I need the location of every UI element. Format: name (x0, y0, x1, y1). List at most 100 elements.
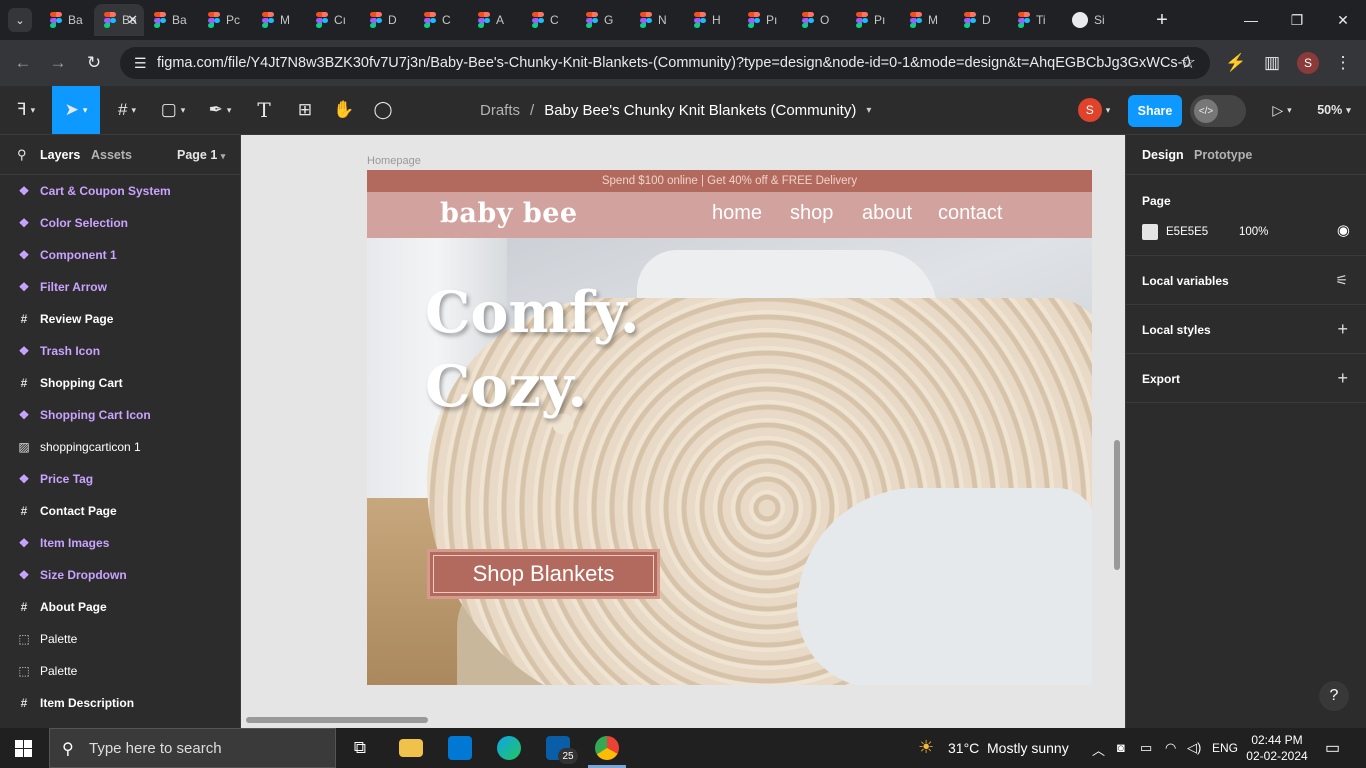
shape-tool[interactable]: ▢ ▾ (152, 86, 194, 134)
browser-tab[interactable]: Pc (198, 4, 252, 36)
canvas[interactable]: Homepage Spend $100 online | Get 40% off… (241, 135, 1125, 728)
weather-desc[interactable]: Mostly sunny (987, 740, 1069, 756)
pen-tool[interactable]: ✒ ▾ (198, 86, 242, 134)
browser-tab[interactable]: D (954, 4, 1008, 36)
text-tool[interactable]: T (248, 86, 280, 134)
layer-row[interactable]: ❖ Item Images (0, 527, 240, 559)
close-window-button[interactable]: ✕ (1320, 0, 1366, 40)
battery-icon[interactable]: ▭ (1140, 740, 1152, 756)
mail-icon[interactable]: 25 (546, 736, 578, 764)
tab-search-button[interactable]: ⌄ (8, 8, 32, 32)
homepage-frame[interactable]: Spend $100 online | Get 40% off & FREE D… (367, 170, 1092, 685)
browser-tab[interactable]: Ba (40, 4, 94, 36)
search-icon[interactable]: ⚲ (17, 147, 27, 163)
tab-prototype[interactable]: Prototype (1194, 148, 1252, 162)
layer-row[interactable]: ⬚ Palette (0, 623, 240, 655)
layer-row[interactable]: ❖ Color Selection (0, 207, 240, 239)
main-menu-button[interactable]: ꟻ ▾ (4, 86, 48, 134)
start-button[interactable] (15, 740, 32, 757)
weather-sun-icon[interactable]: ☀ (918, 737, 934, 758)
add-style-plus-icon[interactable]: + (1337, 319, 1348, 340)
layer-row[interactable]: ❖ Price Tag (0, 463, 240, 495)
meet-icon[interactable]: ◙ (1117, 740, 1125, 755)
page-color-swatch[interactable] (1142, 224, 1158, 240)
tab-layers[interactable]: Layers (40, 148, 80, 162)
minimize-button[interactable]: — (1228, 0, 1274, 40)
file-name[interactable]: Baby Bee's Chunky Knit Blankets (Communi… (544, 102, 856, 119)
layer-row[interactable]: # About Page (0, 591, 240, 623)
layer-row[interactable]: ❖ Filter Arrow (0, 271, 240, 303)
browser-tab[interactable]: Ba (144, 4, 198, 36)
profile-avatar[interactable]: S (1297, 52, 1319, 74)
browser-tab[interactable]: D (360, 4, 414, 36)
layer-row[interactable]: ❖ Size Dropdown (0, 559, 240, 591)
language-indicator[interactable]: ENG (1212, 741, 1238, 755)
url-text[interactable]: figma.com/file/Y4Jt7N8w3BZK30fv7U7j3n/Ba… (157, 55, 1191, 71)
layer-row[interactable]: ❖ Trash Icon (0, 335, 240, 367)
layer-row[interactable]: # Contact Page (0, 495, 240, 527)
page-selector[interactable]: Page 1 ▾ (177, 148, 225, 162)
reload-button[interactable]: ↻ (81, 50, 107, 76)
dev-mode-toggle[interactable]: </> (1190, 95, 1246, 127)
browser-tab[interactable]: G (576, 4, 630, 36)
browser-tab[interactable]: C (414, 4, 468, 36)
move-tool[interactable]: ➤ ▾ (52, 86, 100, 134)
forward-button[interactable]: → (45, 50, 71, 76)
multiplayer-avatar-button[interactable]: S ▾ (1070, 86, 1118, 134)
help-button[interactable]: ? (1319, 681, 1349, 711)
layer-row[interactable]: # Review Page (0, 303, 240, 335)
side-panel-icon[interactable]: ▥ (1259, 50, 1285, 76)
site-info-icon[interactable]: ☰ (134, 55, 147, 72)
hand-tool[interactable]: ✋ (328, 86, 360, 134)
layer-row[interactable]: ❖ Component 1 (0, 239, 240, 271)
browser-tab[interactable]: Ti (1008, 4, 1062, 36)
wifi-icon[interactable]: ◠ (1165, 740, 1176, 756)
tab-assets[interactable]: Assets (91, 148, 132, 162)
browser-tab[interactable]: M (252, 4, 306, 36)
layer-row[interactable]: ❖ Shopping Cart Icon (0, 399, 240, 431)
browser-tab[interactable]: M (900, 4, 954, 36)
browser-menu-icon[interactable]: ⋮ (1330, 50, 1356, 76)
browser-tab[interactable]: A (468, 4, 522, 36)
page-opacity[interactable]: 100% (1239, 226, 1268, 238)
microsoft-store-icon[interactable] (448, 736, 472, 760)
restore-button[interactable]: ❐ (1274, 0, 1320, 40)
bookmark-star-icon[interactable]: ☆ (1180, 52, 1196, 73)
tray-chevron-icon[interactable]: ︿ (1092, 740, 1105, 759)
visibility-eye-icon[interactable]: ◉ (1337, 221, 1350, 239)
share-button[interactable]: Share (1128, 95, 1182, 127)
comment-tool[interactable]: ◯ (367, 86, 399, 134)
browser-tab[interactable]: Si (1062, 4, 1116, 36)
close-tab-icon[interactable]: ✕ (127, 12, 138, 28)
notifications-icon[interactable]: ▭ (1325, 738, 1340, 758)
variables-sliders-icon[interactable]: ⚟ (1335, 272, 1348, 289)
browser-tab[interactable]: H (684, 4, 738, 36)
browser-tab[interactable]: Cı (306, 4, 360, 36)
page-color-hex[interactable]: E5E5E5 (1166, 226, 1208, 238)
chrome-icon[interactable] (595, 736, 619, 760)
tab-design[interactable]: Design (1142, 148, 1184, 162)
new-tab-button[interactable]: + (1150, 8, 1174, 32)
frame-tool[interactable]: # ▾ (106, 86, 148, 134)
browser-tab[interactable]: Ba ✕ (94, 4, 144, 36)
add-export-plus-icon[interactable]: + (1337, 368, 1348, 389)
task-view-icon[interactable]: ⧉ (348, 736, 372, 760)
browser-tab[interactable]: Pı (738, 4, 792, 36)
layer-row[interactable]: ❖ Cart & Coupon System (0, 175, 240, 207)
clock[interactable]: 02:44 PM 02-02-2024 (1244, 732, 1310, 764)
volume-icon[interactable]: ◁) (1187, 740, 1201, 756)
breadcrumb-drafts[interactable]: Drafts (480, 102, 520, 119)
browser-tab[interactable]: C (522, 4, 576, 36)
browser-tab[interactable]: Pı (846, 4, 900, 36)
layer-row[interactable]: ⬚ Palette (0, 655, 240, 687)
browser-tab[interactable]: N (630, 4, 684, 36)
vertical-scrollbar[interactable] (1114, 440, 1120, 570)
present-button[interactable]: ▷ ▾ (1262, 86, 1302, 134)
back-button[interactable]: ← (10, 50, 36, 76)
horizontal-scrollbar[interactable] (246, 717, 428, 723)
resources-tool[interactable]: ⊞ (289, 86, 321, 134)
browser-tab[interactable]: O (792, 4, 846, 36)
zoom-menu[interactable]: 50% ▾ (1310, 86, 1358, 134)
taskbar-search[interactable]: ⚲ Type here to search (49, 728, 336, 768)
file-menu-chevron-icon[interactable]: ▾ (866, 102, 871, 119)
